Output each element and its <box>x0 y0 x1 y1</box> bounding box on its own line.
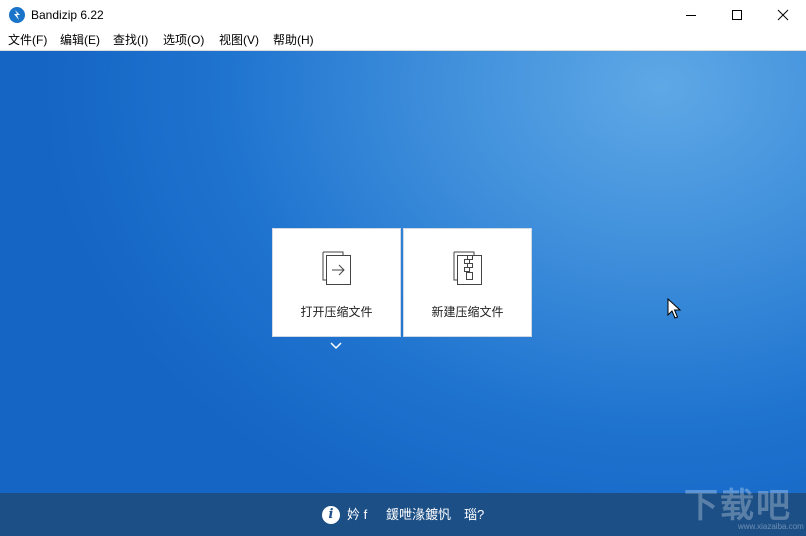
new-archive-icon <box>453 251 482 285</box>
minimize-icon <box>686 15 696 16</box>
new-archive-button[interactable]: 新建压缩文件 <box>403 228 532 337</box>
menu-find[interactable]: 查找(I) <box>113 33 148 48</box>
status-text-1: 妗 f <box>347 507 368 522</box>
open-archive-button[interactable]: 打开压缩文件 <box>272 228 401 337</box>
status-text-2[interactable]: 鍰呭湪鍍忛 <box>386 507 451 523</box>
maximize-button[interactable] <box>714 0 760 30</box>
watermark-text: 下载吧 <box>684 486 792 526</box>
mouse-cursor-icon <box>667 298 682 319</box>
maximize-icon <box>732 10 742 20</box>
menu-help[interactable]: 帮助(H) <box>273 33 314 48</box>
watermark: 下载吧 www.xiazaiba.com <box>678 476 804 532</box>
status-text-3[interactable]: 瑙? <box>464 507 484 523</box>
watermark-sub: www.xiazaiba.com <box>738 522 804 531</box>
chevron-down-icon[interactable] <box>329 341 343 351</box>
minimize-button[interactable] <box>668 0 714 30</box>
info-icon[interactable]: i <box>322 506 340 524</box>
title-bar: Bandizip 6.22 <box>0 0 806 30</box>
menu-bar: 文件(F) 编辑(E) 查找(I) 选项(O) 视图(V) 帮助(H) <box>0 30 806 51</box>
window-title: Bandizip 6.22 <box>31 8 104 22</box>
menu-file[interactable]: 文件(F) <box>8 33 47 48</box>
close-icon <box>777 9 789 21</box>
main-area: 打开压缩文件 新建压缩文件 <box>0 51 806 493</box>
open-archive-icon <box>322 251 351 285</box>
close-button[interactable] <box>760 0 806 30</box>
open-archive-label: 打开压缩文件 <box>300 305 373 319</box>
menu-options[interactable]: 选项(O) <box>163 33 204 48</box>
bandizip-logo-icon <box>9 7 25 23</box>
menu-view[interactable]: 视图(V) <box>219 33 259 48</box>
menu-edit[interactable]: 编辑(E) <box>60 33 100 48</box>
new-archive-label: 新建压缩文件 <box>431 305 504 319</box>
